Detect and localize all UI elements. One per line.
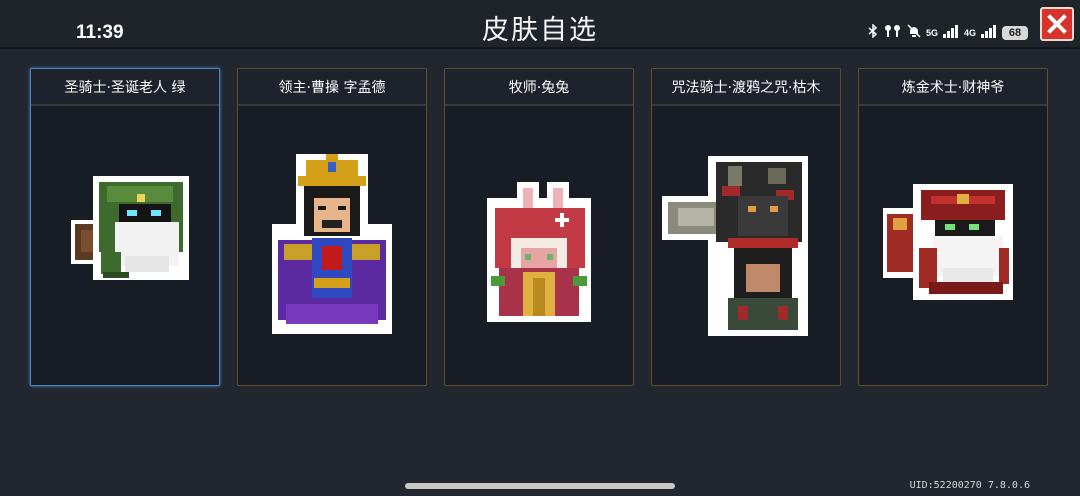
home-indicator[interactable] [405, 483, 675, 489]
earbuds-icon [884, 24, 902, 41]
skin-card[interactable]: 领主·曹操 字孟德 [237, 68, 427, 386]
battery-icon: 68 [1002, 25, 1028, 40]
cao-cao-lord-sprite [272, 154, 392, 334]
skin-card-label: 炼金术士·财神爷 [901, 79, 1005, 96]
skin-card-label: 牧师·兔兔 [508, 79, 570, 96]
skin-card[interactable]: 牧师·兔兔 [444, 68, 634, 386]
fortune-god-alchemist-sprite [883, 184, 1013, 300]
network-5g-label: 5G [925, 27, 938, 38]
signal-icon [981, 24, 997, 41]
green-santa-knight-sprite [71, 176, 189, 280]
network-4g-label: 4G [963, 27, 976, 38]
skin-card[interactable]: 炼金术士·财神爷 [858, 68, 1048, 386]
raven-curse-knight-sprite [662, 156, 808, 336]
skin-card-list: 圣骑士·圣诞老人 绿 领主·曹操 字孟德 牧师·兔兔 咒法骑士·渡鸦之咒·枯木 … [30, 68, 1050, 386]
skin-card[interactable]: 咒法骑士·渡鸦之咒·枯木 [651, 68, 841, 386]
mute-bell-icon [907, 24, 921, 41]
bluetooth-icon [867, 23, 879, 41]
top-bar: 11:39 皮肤自选 5G 4G 68 [0, 0, 1080, 49]
bunny-priest-sprite [487, 182, 591, 322]
signal-icon [942, 24, 959, 41]
close-button[interactable] [1040, 7, 1074, 41]
uid-version-label: UID:52200270 7.8.0.6 [909, 480, 1030, 491]
close-icon [1047, 14, 1067, 34]
status-icons: 5G 4G 68 [867, 23, 1028, 41]
skin-card-label: 领主·曹操 字孟德 [278, 79, 386, 96]
skin-card-label: 咒法骑士·渡鸦之咒·枯木 [671, 79, 821, 96]
skin-card-label: 圣骑士·圣诞老人 绿 [64, 79, 186, 96]
skin-card[interactable]: 圣骑士·圣诞老人 绿 [30, 68, 220, 386]
